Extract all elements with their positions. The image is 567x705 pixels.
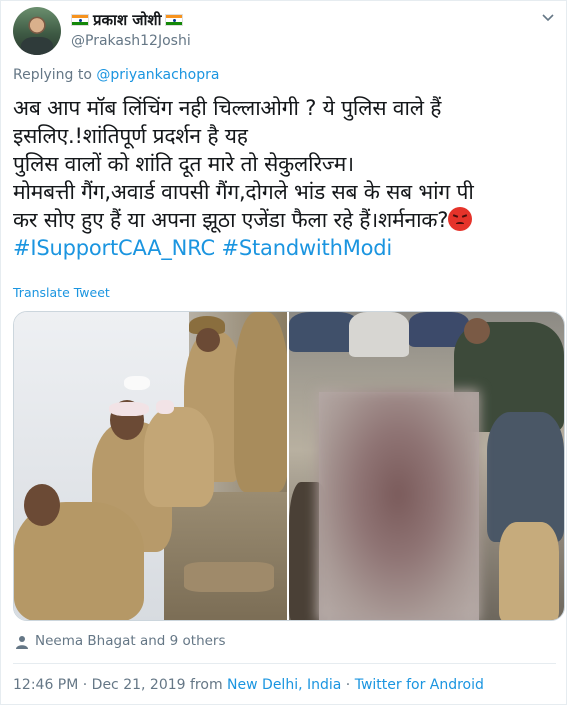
avatar[interactable] [13,7,61,55]
author-display-name[interactable]: प्रकाश जोशी [93,11,161,29]
reply-context: Replying to @priyankachopra [13,67,219,84]
author-handle[interactable]: @Prakash12Joshi [71,33,191,50]
tweet-line-last: कर सोए हुए हैं या अपना झूठा एजेंडा फैला … [13,206,558,234]
meta-separator: · [341,677,355,693]
tweet-header: प्रकाश जोशी @Prakash12Joshi [13,7,556,57]
person-icon [16,635,28,649]
author-name-row[interactable]: प्रकाश जोशी [71,11,191,29]
reply-prefix: Replying to [13,67,92,83]
angry-face-icon [448,207,473,231]
india-flag-icon [165,14,184,26]
reply-target-link[interactable]: @priyankachopra [96,67,219,83]
translate-tweet-link[interactable]: Translate Tweet [13,285,110,300]
tweet-media[interactable] [13,311,565,621]
chevron-down-icon[interactable] [540,9,556,25]
hashtags-link[interactable]: #ISupportCAA_NRC #StandwithModi [13,234,558,262]
tweet-line: मोमबत्ती गैंग,अवार्ड वापसी गैंग,दोगले भा… [13,180,474,204]
media-photo-right[interactable] [289,312,564,620]
location-link[interactable]: New Delhi, India [227,677,341,693]
tweet-line: पुलिस वालों को शांति दूत मारे तो सेकुलरि… [13,152,354,176]
tweet-line: इसलिए.!शांतिपूर्ण प्रदर्शन है यह [13,124,248,148]
tweet-timestamp[interactable]: 12:46 PM · Dec 21, 2019 from [13,677,227,693]
tweet-meta: 12:46 PM · Dec 21, 2019 from New Delhi, … [13,677,484,694]
client-link[interactable]: Twitter for Android [355,677,484,693]
india-flag-icon [71,14,89,26]
tweet-line: कर सोए हुए हैं या अपना झूठा एजेंडा फैला … [13,208,449,232]
divider [13,663,556,664]
tweet-text: अब आप मॉब लिंचिंग नही चिल्लाओगी ? ये पुल… [13,94,558,262]
likes-text[interactable]: Neema Bhagat and 9 others [35,633,226,650]
blurred-region [317,390,479,620]
tweet-card: प्रकाश जोशी @Prakash12Joshi Replying to … [0,0,567,705]
likes-info[interactable]: Neema Bhagat and 9 others [15,633,226,650]
author-info: प्रकाश जोशी @Prakash12Joshi [71,11,191,50]
media-photo-left[interactable] [14,312,289,620]
tweet-line: अब आप मॉब लिंचिंग नही चिल्लाओगी ? ये पुल… [13,96,442,120]
